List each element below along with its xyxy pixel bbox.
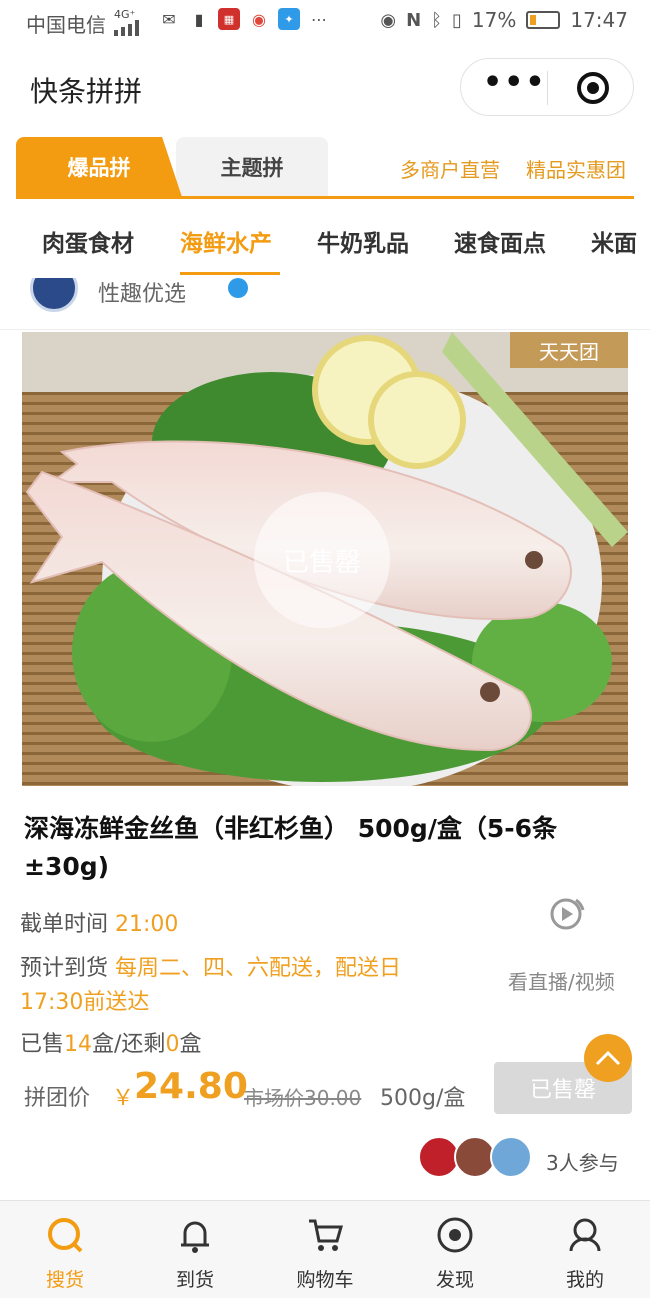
price-currency: ￥ [112, 1086, 135, 1111]
bluetooth-icon: ᛒ [431, 9, 442, 31]
category-underline [180, 272, 280, 275]
live-video-icon[interactable] [548, 896, 586, 932]
notification-icons: ✉ ▮ ▦ ◉ ✦ ⋯ [158, 8, 330, 30]
category-bar: 肉蛋食材 海鲜水产 牛奶乳品 速食面点 米面 [0, 202, 650, 278]
tab-label: 发现 [435, 1269, 474, 1291]
tab-label: 到货 [175, 1269, 214, 1291]
soldout-overlay: 已售罄 [254, 492, 390, 628]
wechat-icon: ✉ [158, 8, 180, 30]
tab-search-goods[interactable]: 搜货 [0, 1201, 130, 1299]
miniprogram-capsule: ••• [460, 58, 634, 116]
cutoff-value: 21:00 [115, 912, 179, 937]
unit-label: 500g/盒 [380, 1086, 466, 1111]
vibrate-icon: ▯ [452, 9, 462, 31]
live-video-link[interactable]: 看直播/视频 [508, 966, 615, 995]
participant-avatars [418, 1136, 532, 1178]
arrival-row-2: 17:30前送达 [20, 984, 149, 1016]
store-avatar[interactable] [30, 278, 78, 312]
tab-label: 我的 [565, 1269, 604, 1291]
market-price: 市场价30.00 [244, 1086, 362, 1110]
status-right: ◉ N ᛒ ▯ 17% 17:47 [380, 8, 628, 32]
verified-icon [228, 278, 248, 298]
sold-prefix: 已售 [20, 1032, 65, 1057]
arrival-row: 预计到货 每周二、四、六配送，配送日 [20, 950, 401, 982]
tab-label: 购物车 [296, 1269, 354, 1291]
bulb-icon: ✦ [278, 8, 300, 30]
title-bar: 快条拼拼 ••• [0, 44, 650, 132]
product-image[interactable]: 天天团 已售罄 [22, 332, 628, 786]
group-price: 24.80 [134, 1066, 248, 1107]
cart-icon [309, 1219, 343, 1251]
bell-icon [181, 1221, 209, 1253]
more-dots-icon[interactable]: ••• [483, 65, 547, 100]
app-title: 快条拼拼 [30, 75, 143, 108]
category-item-instant-food[interactable]: 速食面点 [454, 224, 546, 258]
tab-cart[interactable]: 购物车 [260, 1201, 390, 1299]
category-item-dairy[interactable]: 牛奶乳品 [317, 224, 409, 258]
clock: 17:47 [570, 8, 628, 32]
cutoff-row: 截单时间 21:00 [20, 906, 178, 938]
tab-link-premium[interactable]: 精品实惠团 [526, 154, 626, 183]
sold-count: 14 [64, 1032, 93, 1057]
price-label: 拼团价 [24, 1086, 91, 1111]
bottom-tab-bar: 搜货 到货 购物车 发现 我的 [0, 1200, 650, 1298]
cutoff-label: 截单时间 [20, 912, 109, 937]
weibo-icon: ◉ [248, 8, 270, 30]
discover-icon [437, 1217, 473, 1253]
tab-hot[interactable]: 爆品拼 [16, 137, 182, 197]
eye-icon: ◉ [380, 9, 397, 31]
remaining-count: 0 [165, 1032, 180, 1057]
tab-link-multi-merchant[interactable]: 多商户直营 [400, 154, 500, 183]
product-title[interactable]: 深海冻鲜金丝鱼（非红杉鱼） 500g/盒（5-6条±30g) [24, 810, 624, 886]
sold-mid: 盒/还剩 [92, 1032, 166, 1057]
tab-arrivals[interactable]: 到货 [130, 1201, 260, 1299]
search-icon [48, 1218, 83, 1253]
tab-profile[interactable]: 我的 [520, 1201, 650, 1299]
arrival-value: 每周二、四、六配送，配送日 [115, 956, 402, 981]
main-tabs: 主题拼 爆品拼 多商户直营 精品实惠团 [0, 132, 650, 200]
sold-suffix: 盒 [179, 1032, 202, 1057]
profile-icon [569, 1218, 601, 1252]
category-item-rice-noodles[interactable]: 米面 [591, 224, 637, 258]
daily-group-tag: 天天团 [510, 332, 628, 368]
more-icon: ⋯ [308, 8, 330, 30]
chevron-up-icon [595, 1050, 621, 1066]
store-header: 性趣优选 [0, 278, 650, 330]
battery-percent: 17% [471, 8, 517, 32]
netease-icon: ▦ [218, 8, 240, 30]
capsule-divider [547, 71, 548, 105]
stock-row: 已售14盒/还剩0盒 [20, 1026, 201, 1058]
alert-icon: ▮ [188, 8, 210, 30]
tab-underline [16, 196, 634, 199]
status-bar: 中国电信 4G⁺ ✉ ▮ ▦ ◉ ✦ ⋯ ◉ N ᛒ ▯ 17% 17:47 [0, 0, 650, 44]
store-name[interactable]: 性趣优选 [98, 278, 186, 308]
arrival-value-2: 17:30前送达 [20, 990, 150, 1015]
target-icon[interactable] [577, 72, 609, 104]
tab-label: 搜货 [45, 1269, 84, 1291]
category-item-seafood[interactable]: 海鲜水产 [180, 224, 272, 258]
signal-icon [114, 20, 139, 36]
scroll-top-button[interactable] [584, 1034, 632, 1082]
battery-icon [526, 11, 561, 29]
network-indicator: 4G⁺ [114, 9, 144, 38]
arrival-label: 预计到货 [20, 956, 109, 981]
nfc-icon: N [406, 9, 422, 31]
tab-discover[interactable]: 发现 [390, 1201, 520, 1299]
avatar [490, 1136, 532, 1178]
participant-count: 3人参与 [546, 1151, 619, 1175]
category-item-meat-eggs[interactable]: 肉蛋食材 [42, 224, 134, 258]
carrier-name: 中国电信 [26, 13, 106, 37]
tab-theme[interactable]: 主题拼 [176, 137, 328, 197]
